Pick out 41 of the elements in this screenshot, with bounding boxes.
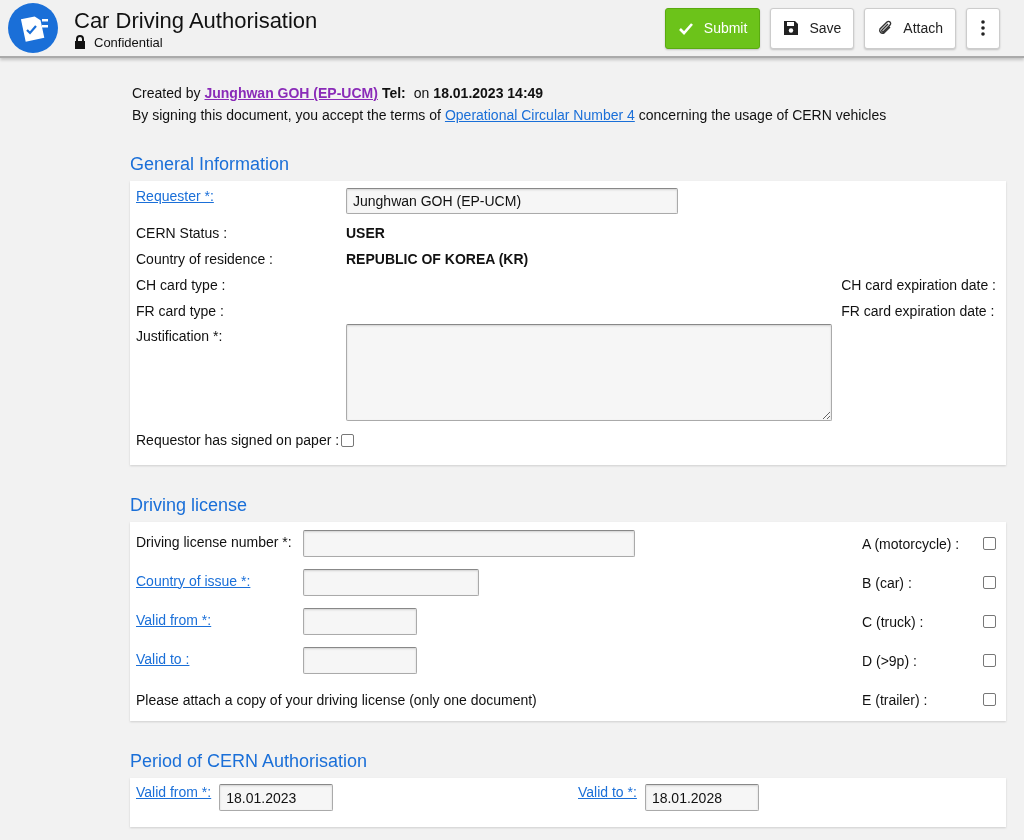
field-label-link[interactable]: Country of issue *: xyxy=(136,572,303,589)
creation-date: 18.01.2023 14:49 xyxy=(433,84,544,103)
attach-button[interactable]: Attach xyxy=(864,7,956,49)
field-label-link[interactable]: Valid from *: xyxy=(136,784,212,800)
date-field[interactable]: 18.01.2023 xyxy=(219,784,334,811)
field-label-link[interactable]: Valid to : xyxy=(136,650,303,667)
terms-text: concerning the usage of CERN vehicles xyxy=(638,106,887,125)
field-label: Country of residence : xyxy=(136,251,273,267)
field-label: FR card type : xyxy=(136,303,224,319)
author-link[interactable]: Junghwan GOH (EP-UCM) xyxy=(204,82,378,104)
license-category-label: D (>9p) : xyxy=(862,652,918,669)
field-label-link[interactable]: Valid to *: xyxy=(578,784,637,800)
tel-label: Tel: xyxy=(381,84,406,103)
section-title: General Information xyxy=(130,154,291,175)
confidentiality-label: Confidential xyxy=(94,34,163,50)
on-label: on xyxy=(413,84,430,103)
created-by-label: Created by xyxy=(132,84,201,103)
license-category-label: C (truck) : xyxy=(862,613,925,630)
field-label: CH card type : xyxy=(136,277,226,293)
field-label: CH card expiration date : xyxy=(841,277,996,293)
field-label: CERN Status : xyxy=(136,225,228,241)
circular-link[interactable]: Operational Circular Number 4 xyxy=(444,104,635,126)
terms-text: By signing this document, you accept the terms of xyxy=(132,106,441,125)
license-category-label: B (car) : xyxy=(862,574,913,591)
field-label: Requestor has signed on paper : xyxy=(136,432,340,448)
date-field[interactable]: 18.01.2028 xyxy=(644,784,759,811)
attachment-note: Please attach a copy of your driving license (only one document) xyxy=(136,691,538,708)
field-label: Driving license number *: xyxy=(136,533,293,550)
section-title: Period of CERN Authorisation xyxy=(130,751,369,772)
field-value: REPUBLIC OF KOREA (KR) xyxy=(346,251,529,267)
field-label-link[interactable]: Valid from *: xyxy=(136,611,303,628)
license-category-label: E (trailer) : xyxy=(862,691,929,708)
section-title: Driving license xyxy=(130,495,249,516)
field-label: FR card expiration date : xyxy=(841,303,995,319)
license-category-label: A (motorcycle) : xyxy=(862,535,961,552)
requester-field[interactable]: Junghwan GOH (EP-UCM) xyxy=(346,188,678,214)
window-title: Car Driving Authorisation xyxy=(74,6,319,35)
save-button[interactable]: Save xyxy=(770,7,855,49)
field-value: USER xyxy=(346,225,385,241)
field-label-link[interactable]: Requester *: xyxy=(136,188,214,204)
field-label: Justification *: xyxy=(136,328,223,344)
